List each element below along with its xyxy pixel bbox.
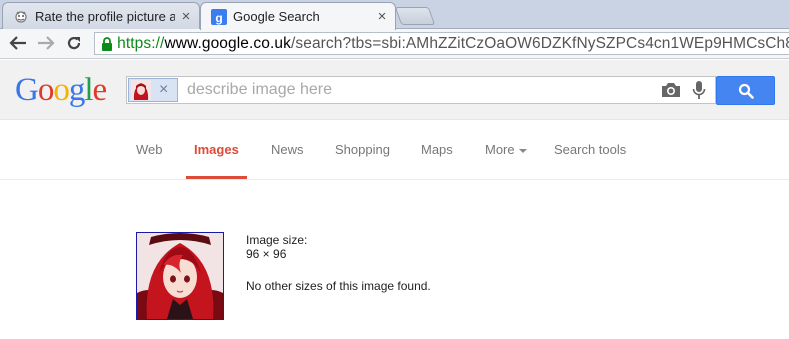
dropdown-caret-icon (518, 148, 527, 153)
image-size-label: Image size: (246, 233, 308, 247)
result-info: Image size: 96 × 96 No other sizes of th… (246, 233, 431, 293)
nav-search-tools[interactable]: Search tools (554, 142, 626, 157)
google-favicon-icon: g (211, 8, 227, 25)
browser-toolbar: https://www.google.co.uk/search?tbs=sbi:… (0, 29, 789, 59)
browser-tab-google-search[interactable]: g Google Search × (200, 2, 396, 30)
forum-favicon-icon (13, 8, 29, 24)
remove-image-icon[interactable]: × (159, 82, 168, 98)
logo-letter: o (53, 72, 69, 108)
selected-tab-indicator (186, 176, 247, 179)
search-button[interactable] (716, 76, 775, 105)
image-size-value: 96 × 96 (246, 247, 287, 261)
google-logo[interactable]: Google (15, 72, 108, 108)
magnifier-icon (738, 83, 754, 99)
logo-letter: o (37, 72, 54, 108)
logo-letter: l (84, 72, 93, 108)
logo-letter: G (15, 72, 39, 108)
microphone-icon[interactable] (692, 80, 706, 100)
new-tab-button[interactable] (394, 7, 436, 25)
no-other-sizes-message: No other sizes of this image found. (246, 279, 431, 293)
search-type-nav: Web Images News Shopping Maps More Searc… (0, 120, 789, 180)
browser-tab-forum[interactable]: Rate the profile picture ab × (2, 2, 200, 29)
search-input[interactable] (187, 80, 627, 100)
secure-lock-icon[interactable] (101, 36, 113, 52)
browser-tab-strip: Rate the profile picture ab × g Google S… (0, 0, 789, 30)
svg-text:g: g (215, 11, 222, 25)
query-image-thumbnail (131, 80, 151, 100)
tab-close-icon[interactable]: × (179, 8, 193, 25)
tab-title: Rate the profile picture ab (35, 8, 175, 24)
nav-news[interactable]: News (271, 142, 304, 157)
url-scheme: https:// (117, 34, 165, 52)
tab-close-icon[interactable]: × (375, 8, 389, 25)
anime-avatar-image (137, 233, 223, 319)
nav-images[interactable]: Images (194, 142, 239, 157)
search-by-image-chip[interactable]: × (128, 78, 178, 102)
nav-shopping[interactable]: Shopping (335, 142, 390, 157)
back-arrow-icon[interactable] (8, 33, 28, 53)
nav-more[interactable]: More (485, 142, 527, 157)
camera-icon[interactable] (661, 82, 681, 98)
result-image-thumbnail[interactable] (136, 232, 224, 320)
tab-title: Google Search (233, 9, 320, 24)
url-host: www.google.co.uk (164, 34, 291, 52)
nav-web[interactable]: Web (136, 142, 163, 157)
nav-more-label: More (485, 142, 515, 157)
reload-icon[interactable] (64, 33, 84, 53)
logo-letter: e (92, 72, 108, 108)
google-header: Google × (0, 60, 789, 120)
nav-maps[interactable]: Maps (421, 142, 453, 157)
search-box[interactable]: × (126, 76, 716, 104)
forward-arrow-icon[interactable] (36, 33, 56, 53)
address-bar[interactable]: https://www.google.co.uk/search?tbs=sbi:… (94, 32, 789, 55)
logo-letter: g (68, 72, 85, 108)
url-path: /search?tbs=sbi:AMhZZitCzOaOW6DZKfNySZPC… (290, 34, 789, 52)
url-text: https://www.google.co.uk/search?tbs=sbi:… (117, 35, 789, 53)
